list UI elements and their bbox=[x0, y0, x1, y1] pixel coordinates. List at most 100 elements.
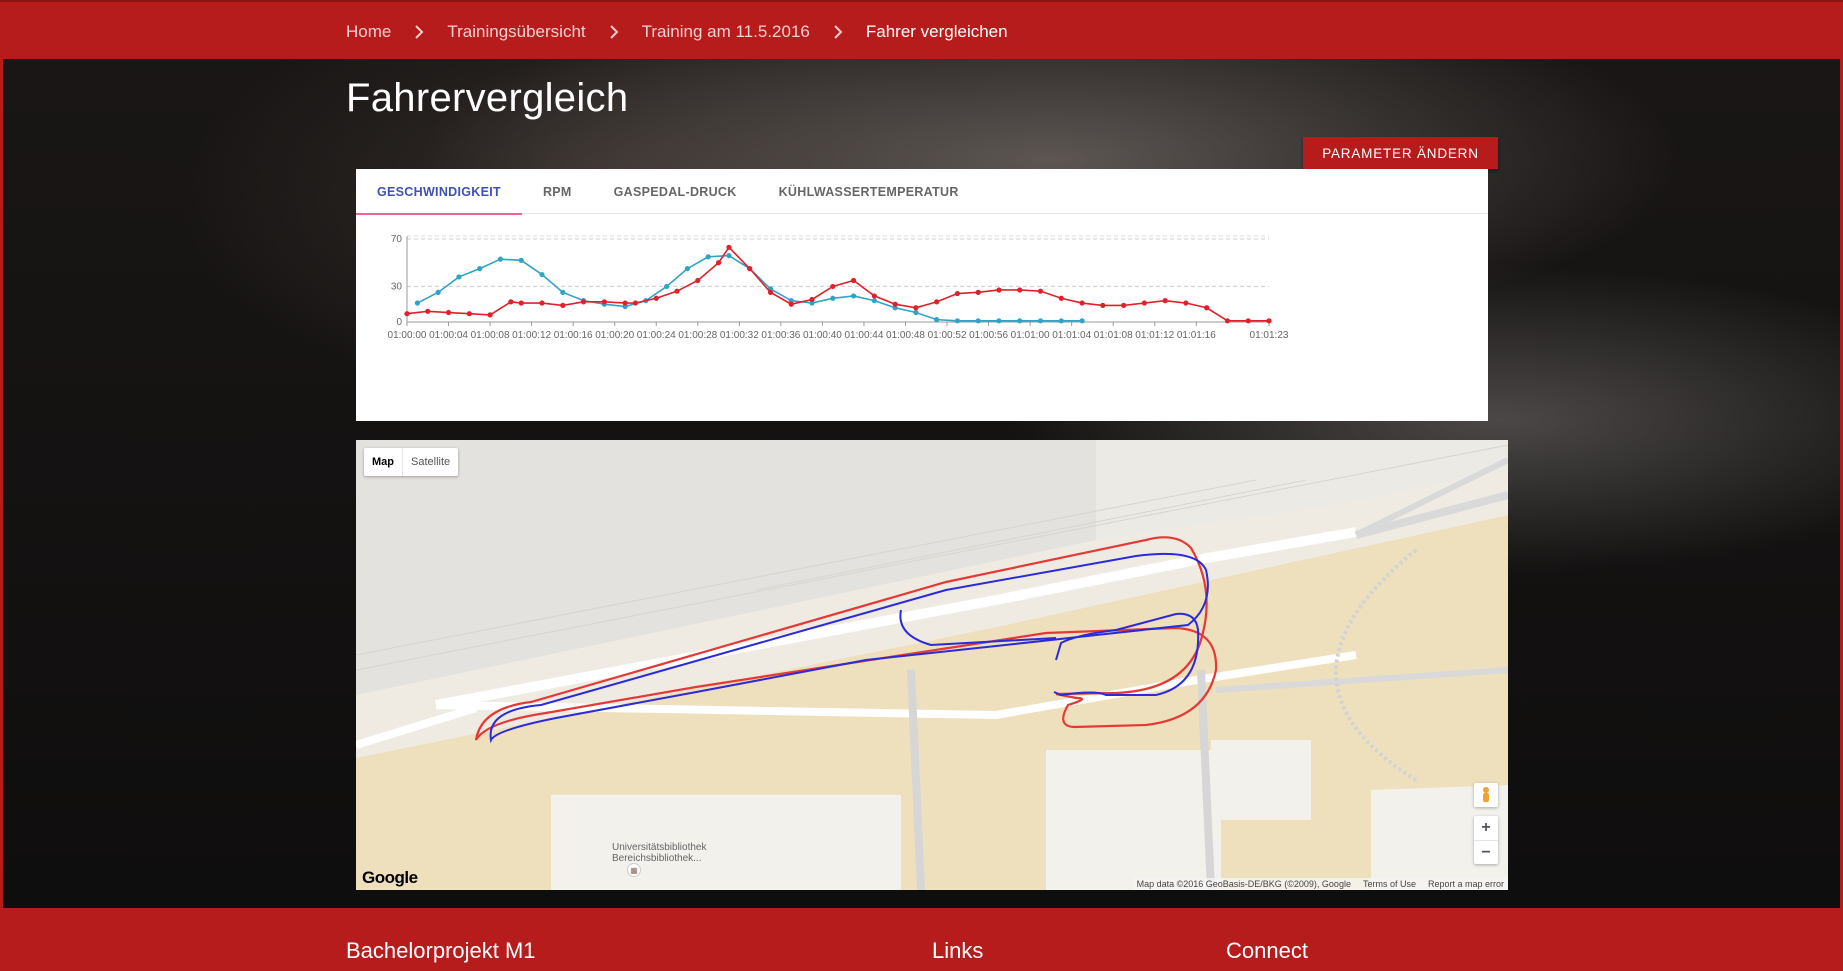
zoom-in-button[interactable]: + bbox=[1474, 816, 1498, 840]
data-point[interactable] bbox=[747, 266, 753, 272]
data-point[interactable] bbox=[1266, 318, 1272, 324]
map[interactable]: Map Satellite + − Universitätsbibliothek… bbox=[356, 440, 1508, 890]
data-point[interactable] bbox=[695, 277, 701, 284]
data-point[interactable] bbox=[425, 308, 431, 314]
data-point[interactable] bbox=[622, 300, 628, 306]
data-point[interactable] bbox=[1245, 318, 1251, 324]
data-point[interactable] bbox=[715, 260, 722, 266]
speed-line-chart: 0307001:00:00 01:00:04 01:00:08 01:00:12 01:… bbox=[388, 234, 1289, 341]
frame-border-left bbox=[0, 0, 3, 971]
data-point[interactable] bbox=[726, 253, 732, 259]
data-point[interactable] bbox=[518, 257, 524, 263]
poi-label-line1: Universitätsbibliothek bbox=[612, 842, 707, 853]
data-point[interactable] bbox=[788, 301, 794, 307]
data-point[interactable] bbox=[975, 318, 981, 324]
change-parameters-button[interactable]: Parameter ändern bbox=[1303, 137, 1498, 169]
data-point[interactable] bbox=[1162, 298, 1168, 304]
data-point[interactable] bbox=[975, 289, 981, 295]
data-point[interactable] bbox=[684, 266, 691, 272]
data-point[interactable] bbox=[1058, 318, 1064, 324]
y-tick-label: 0 bbox=[396, 317, 402, 328]
x-tick-label: 01:01:16 bbox=[1177, 330, 1216, 341]
data-point[interactable] bbox=[653, 295, 659, 301]
map-type-map-button[interactable]: Map bbox=[364, 448, 403, 476]
data-point[interactable] bbox=[487, 312, 493, 318]
x-tick-label: 01:01:04 bbox=[1052, 330, 1091, 341]
data-point[interactable] bbox=[539, 300, 545, 306]
data-point[interactable] bbox=[1141, 300, 1147, 306]
chevron-right-icon bbox=[413, 24, 425, 39]
data-point[interactable] bbox=[539, 271, 545, 278]
data-point[interactable] bbox=[767, 289, 774, 295]
data-point[interactable] bbox=[830, 283, 836, 290]
data-point[interactable] bbox=[435, 289, 441, 295]
report-map-error-link[interactable]: Report a map error bbox=[1428, 878, 1504, 890]
tab-speed[interactable]: Geschwindigkeit bbox=[356, 169, 522, 215]
data-point[interactable] bbox=[913, 309, 919, 316]
x-tick-label: 01:00:36 bbox=[761, 330, 800, 341]
data-point[interactable] bbox=[601, 299, 607, 305]
data-point[interactable] bbox=[934, 299, 940, 305]
data-point[interactable] bbox=[1037, 288, 1044, 294]
data-point[interactable] bbox=[508, 299, 514, 305]
data-point[interactable] bbox=[445, 309, 452, 316]
data-point[interactable] bbox=[705, 254, 711, 260]
page-title: Fahrervergleich bbox=[346, 76, 629, 120]
tab-coolant-temperature[interactable]: Kühlwassertemperatur bbox=[758, 169, 980, 214]
terms-of-use-link[interactable]: Terms of Use bbox=[1363, 878, 1416, 890]
zoom-out-button[interactable]: − bbox=[1474, 840, 1498, 864]
breadcrumb-training-overview[interactable]: Trainingsübersicht bbox=[447, 22, 585, 42]
data-point[interactable] bbox=[580, 299, 587, 305]
data-point[interactable] bbox=[850, 293, 857, 299]
data-point[interactable] bbox=[1100, 302, 1106, 308]
data-point[interactable] bbox=[830, 295, 836, 301]
data-point[interactable] bbox=[1224, 318, 1231, 324]
data-point[interactable] bbox=[1058, 295, 1064, 301]
data-point[interactable] bbox=[404, 311, 410, 317]
data-point[interactable] bbox=[1204, 305, 1210, 311]
library-icon[interactable]: ▦ bbox=[627, 863, 641, 877]
data-point[interactable] bbox=[1017, 287, 1023, 293]
map-type-satellite-button[interactable]: Satellite bbox=[403, 448, 458, 476]
data-point[interactable] bbox=[850, 277, 857, 284]
data-point[interactable] bbox=[560, 289, 566, 295]
data-point[interactable] bbox=[477, 266, 483, 272]
data-point[interactable] bbox=[726, 244, 732, 250]
data-point[interactable] bbox=[560, 302, 566, 308]
data-point[interactable] bbox=[954, 290, 961, 297]
data-point[interactable] bbox=[1037, 318, 1044, 324]
data-point[interactable] bbox=[497, 256, 504, 262]
data-point[interactable] bbox=[1183, 300, 1189, 306]
y-tick-label: 30 bbox=[391, 281, 403, 292]
data-point[interactable] bbox=[674, 288, 680, 294]
map-attribution: Map data ©2016 GeoBasis-DE/BKG (©2009), … bbox=[1132, 878, 1508, 890]
x-tick-label: 01:00:08 bbox=[471, 330, 510, 341]
tab-rpm[interactable]: RPM bbox=[522, 169, 593, 214]
data-point[interactable] bbox=[996, 318, 1002, 324]
data-point[interactable] bbox=[954, 318, 961, 324]
data-point[interactable] bbox=[892, 301, 898, 307]
data-point[interactable] bbox=[934, 317, 940, 323]
data-point[interactable] bbox=[414, 300, 420, 306]
data-point[interactable] bbox=[996, 287, 1002, 293]
series-line bbox=[406, 246, 1269, 322]
x-tick-label: 01:01:00 bbox=[1011, 330, 1050, 341]
tab-throttle-pressure[interactable]: Gaspedal-Druck bbox=[593, 169, 758, 214]
data-point[interactable] bbox=[871, 298, 877, 304]
data-point[interactable] bbox=[1079, 318, 1085, 324]
data-point[interactable] bbox=[1017, 318, 1023, 324]
breadcrumb-home[interactable]: Home bbox=[346, 22, 391, 42]
data-point[interactable] bbox=[913, 305, 919, 311]
data-point[interactable] bbox=[518, 300, 524, 306]
data-point[interactable] bbox=[1079, 300, 1085, 306]
pegman-icon[interactable] bbox=[1474, 783, 1498, 807]
data-point[interactable] bbox=[632, 300, 639, 306]
chevron-right-icon bbox=[608, 24, 620, 39]
data-point[interactable] bbox=[1121, 302, 1127, 308]
data-point[interactable] bbox=[809, 296, 815, 303]
data-point[interactable] bbox=[466, 311, 472, 317]
data-point[interactable] bbox=[871, 293, 877, 299]
data-point[interactable] bbox=[664, 283, 670, 290]
data-point[interactable] bbox=[456, 274, 462, 280]
breadcrumb-training-date[interactable]: Training am 11.5.2016 bbox=[642, 22, 810, 42]
